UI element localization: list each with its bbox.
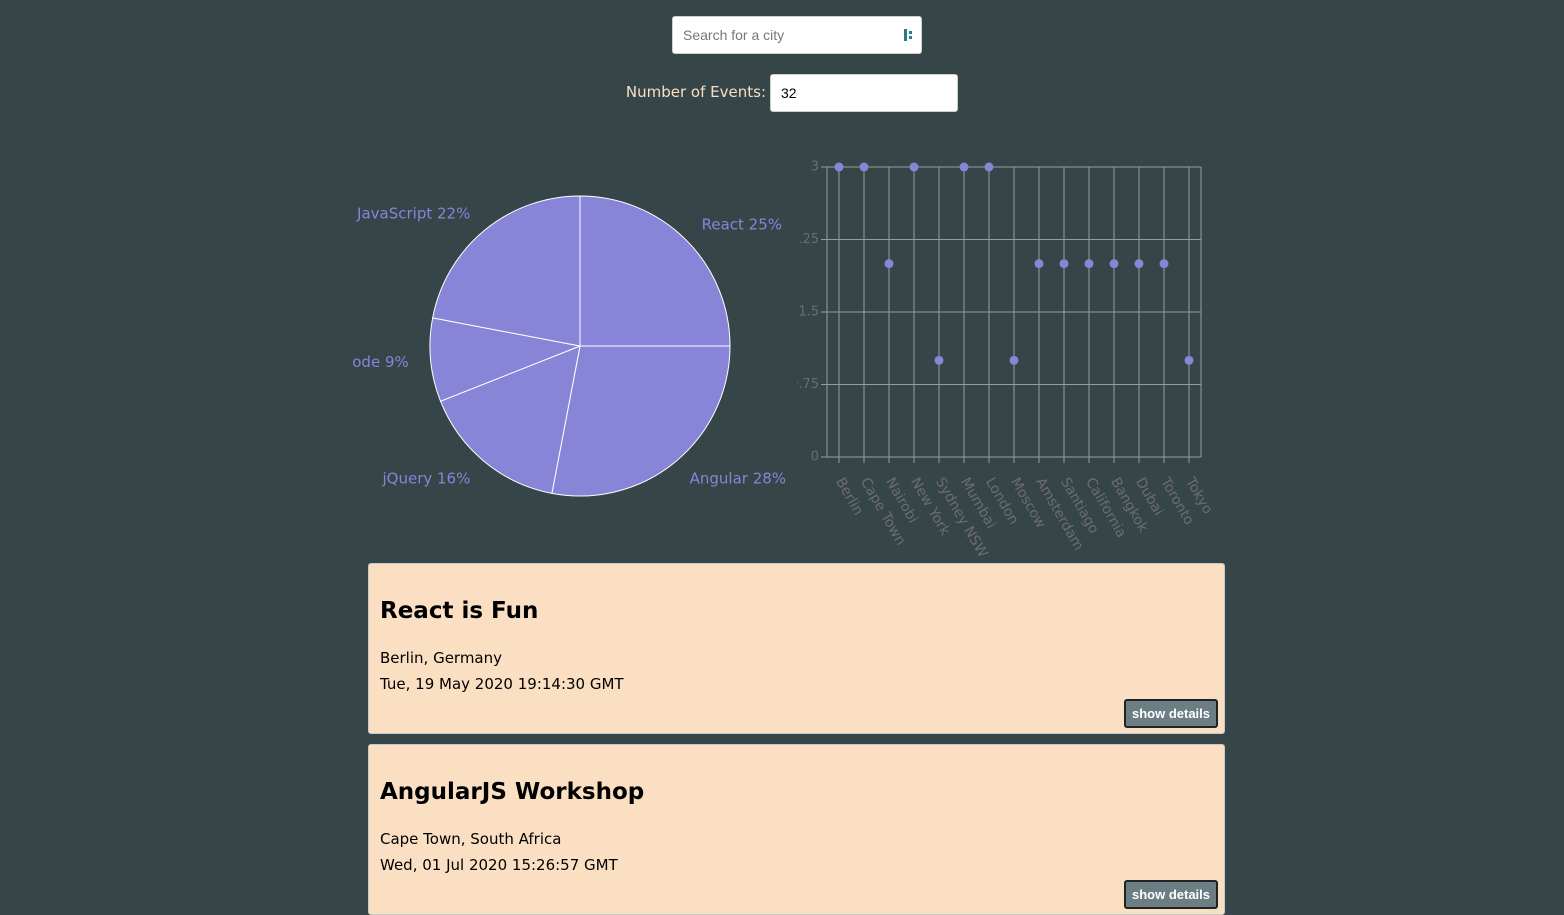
event-card: React is Fun Berlin, Germany Tue, 19 May… [368,563,1225,734]
event-date: Tue, 19 May 2020 19:14:30 GMT [380,675,624,693]
event-title: AngularJS Workshop [380,779,645,805]
scatter-point[interactable] [1084,259,1094,269]
scatter-point[interactable] [1034,259,1044,269]
pie-label-jquery: jQuery 16% [381,470,470,488]
scatter-point[interactable] [1134,259,1144,269]
event-date: Wed, 01 Jul 2020 15:26:57 GMT [380,856,618,874]
y-tick-label: .25 [798,232,819,247]
scatter-point[interactable] [909,162,919,172]
y-tick-label: 0 [811,450,819,465]
events-by-genre-pie-chart: React 25% Angular 28% jQuery 16% ode 9% Java… [352,195,786,497]
show-details-button[interactable]: show details [1124,880,1218,909]
scatter-point[interactable] [1109,259,1119,269]
y-tick-label: 3 [811,160,819,175]
scatter-point[interactable] [934,355,944,365]
pie-label-angular: Angular 28% [690,470,786,488]
pie-label-node: ode 9% [352,353,409,371]
scatter-point[interactable] [859,162,869,172]
charts-area: React 25% Angular 28% jQuery 16% ode 9% Java… [352,160,1216,561]
scatter-point[interactable] [1059,259,1069,269]
scatter-point[interactable] [884,259,894,269]
y-tick-label: 1.5 [798,305,819,320]
scatter-point[interactable] [1184,355,1194,365]
event-location: Cape Town, South Africa [380,830,562,848]
show-details-button[interactable]: show details [1124,699,1218,728]
events-by-city-scatter-chart: 00.751.5.253BerlinCape TownNairobiNew Yo… [790,160,1216,561]
scatter-point[interactable] [834,162,844,172]
scatter-point[interactable] [1009,355,1019,365]
y-tick-label: 0.75 [790,377,819,392]
scatter-point[interactable] [984,162,994,172]
pie-label-javascript: JavaScript 22% [356,204,470,222]
scatter-point[interactable] [959,162,969,172]
pie-label-react: React 25% [702,215,782,233]
event-location: Berlin, Germany [380,649,503,667]
scatter-point[interactable] [1159,259,1169,269]
event-title: React is Fun [380,598,539,624]
event-card: AngularJS Workshop Cape Town, South Afri… [368,744,1225,915]
